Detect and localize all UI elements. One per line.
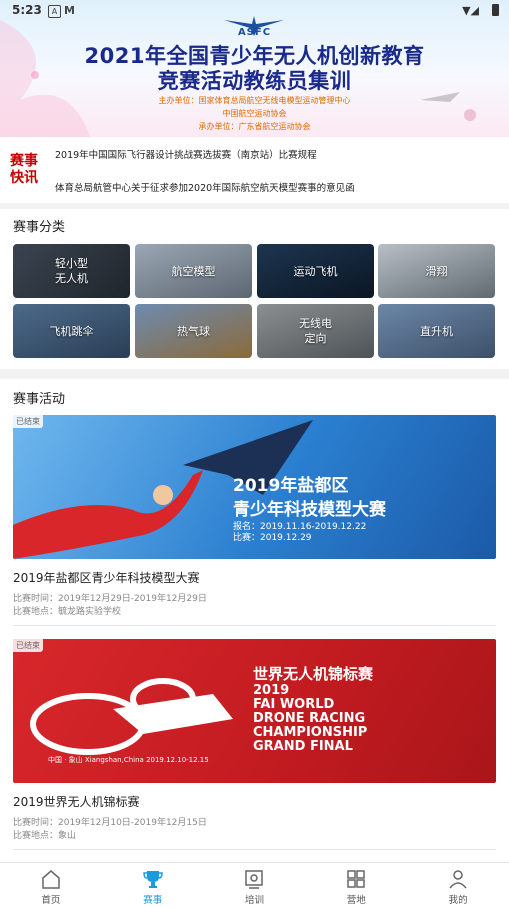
- banner-title-line2: 竞赛活动教练员集训: [157, 69, 352, 93]
- logo-text: ASFC: [237, 27, 272, 38]
- battery-icon: [492, 4, 499, 16]
- tab-label: 培训: [244, 895, 264, 906]
- tab-profile[interactable]: 我的: [407, 863, 509, 907]
- news-section: 赛事 快讯 2019年中国国际飞行器设计挑战赛选拔赛（南京站）比赛规程 体育总局…: [0, 137, 509, 203]
- banner-match-date: 比赛：2019.12.29: [233, 533, 312, 543]
- category-parachute[interactable]: 飞机跳伞: [13, 304, 130, 358]
- banner-year: 2019: [253, 683, 290, 698]
- tab-camp[interactable]: 营地: [305, 863, 407, 907]
- activity-banner[interactable]: 世界无人机锦标赛 2019 FAI WORLD DRONE RACING CHA…: [13, 639, 496, 783]
- tab-home[interactable]: 首页: [0, 863, 102, 907]
- category-light-uav[interactable]: 轻小型 无人机: [13, 244, 130, 298]
- m-icon: M: [64, 4, 75, 17]
- activity-title[interactable]: 2019世界无人机锦标赛: [13, 793, 140, 810]
- tab-label: 赛事: [143, 895, 163, 906]
- divider: [13, 625, 496, 626]
- bottom-tab-bar: 首页 赛事 培训 营地 我的: [0, 862, 509, 907]
- category-section: 赛事分类 轻小型 无人机 航空模型 运动飞机 滑翔 飞机跳伞 热气球 无线电 定…: [0, 209, 509, 369]
- section-title: 赛事活动: [13, 392, 66, 407]
- tab-label: 营地: [346, 895, 366, 906]
- banner-subtitle: 青少年科技模型大赛: [233, 500, 386, 520]
- category-helicopter[interactable]: 直升机: [378, 304, 495, 358]
- category-radio-direction[interactable]: 无线电 定向: [257, 304, 374, 358]
- news-item[interactable]: 体育总局航管中心关于征求参加2020年国际航空航天模型赛事的意见函: [55, 180, 355, 194]
- news-item[interactable]: 2019年中国国际飞行器设计挑战赛选拔赛（南京站）比赛规程: [55, 147, 317, 161]
- activity-banner[interactable]: 2019年盐都区 青少年科技模型大赛 报名：2019.11.16-2019.12…: [13, 415, 496, 559]
- banner-en-line1: FAI WORLD: [253, 697, 335, 712]
- signal-icon: ▼◢: [462, 4, 479, 17]
- ended-badge: 已结束: [13, 639, 43, 652]
- banner-host: 承办单位：广东省航空运动协会: [198, 122, 311, 131]
- news-badge: 赛事 快讯: [10, 153, 38, 186]
- activity-section: 赛事活动 2019年盐都区 青少年科技模型大赛 报名：2019.11.16-20…: [0, 379, 509, 862]
- trophy-icon: [142, 871, 163, 888]
- banner-en-line2: DRONE RACING: [253, 711, 366, 726]
- banner-location-date: 中国 · 象山 Xiangshan,China 2019.12.10-12.15: [48, 756, 209, 764]
- banner-en-line3: CHAMPIONSHIP: [253, 725, 368, 740]
- training-icon: [245, 870, 264, 889]
- profile-icon: [449, 870, 467, 889]
- activity-title[interactable]: 2019年盐都区青少年科技模型大赛: [13, 569, 200, 586]
- activity-time: 比赛时间：2019年12月10日-2019年12月15日: [13, 818, 207, 828]
- tab-training[interactable]: 培训: [204, 863, 306, 907]
- activity-time: 比赛时间：2019年12月29日-2019年12月29日: [13, 594, 207, 604]
- category-aeromodel[interactable]: 航空模型: [135, 244, 252, 298]
- home-icon: [42, 870, 60, 889]
- divider: [13, 849, 496, 850]
- camp-icon: [347, 870, 366, 888]
- banner-en-line4: GRAND FINAL: [253, 739, 353, 754]
- tab-events[interactable]: 赛事: [102, 863, 204, 907]
- top-banner[interactable]: 5:23 A M ▼◢ ASFC 2021年全国青少年无人机创新教育 竞赛活动教…: [0, 0, 509, 137]
- category-label: 直升机: [420, 324, 453, 338]
- category-label: 滑翔: [425, 264, 448, 278]
- category-label: 热气球: [177, 324, 210, 338]
- a-icon: A: [48, 5, 61, 18]
- activity-place: 比赛地点：毓龙路实验学校: [13, 607, 122, 617]
- banner-organizer-2: 中国航空运动协会: [222, 109, 287, 118]
- category-label: 运动飞机: [293, 264, 338, 278]
- tab-label: 首页: [41, 895, 61, 906]
- section-title: 赛事分类: [13, 220, 66, 235]
- category-label: 无线电 定向: [299, 317, 332, 345]
- category-hot-air-balloon[interactable]: 热气球: [135, 304, 252, 358]
- banner-title: 2019年盐都区: [233, 476, 349, 496]
- banner-organizer: 主办单位：国家体育总局航空无线电模型运动管理中心: [158, 96, 351, 105]
- status-time: 5:23: [12, 3, 42, 17]
- banner-cn-title: 世界无人机锦标赛: [253, 665, 374, 683]
- category-label: 飞机跳伞: [49, 324, 94, 338]
- activity-place: 比赛地点：象山: [13, 831, 77, 841]
- ended-badge: 已结束: [13, 415, 43, 428]
- category-label: 航空模型: [171, 264, 216, 278]
- category-label: 轻小型 无人机: [55, 257, 88, 285]
- category-glider[interactable]: 滑翔: [378, 244, 495, 298]
- tab-label: 我的: [448, 895, 468, 906]
- category-sport-aircraft[interactable]: 运动飞机: [257, 244, 374, 298]
